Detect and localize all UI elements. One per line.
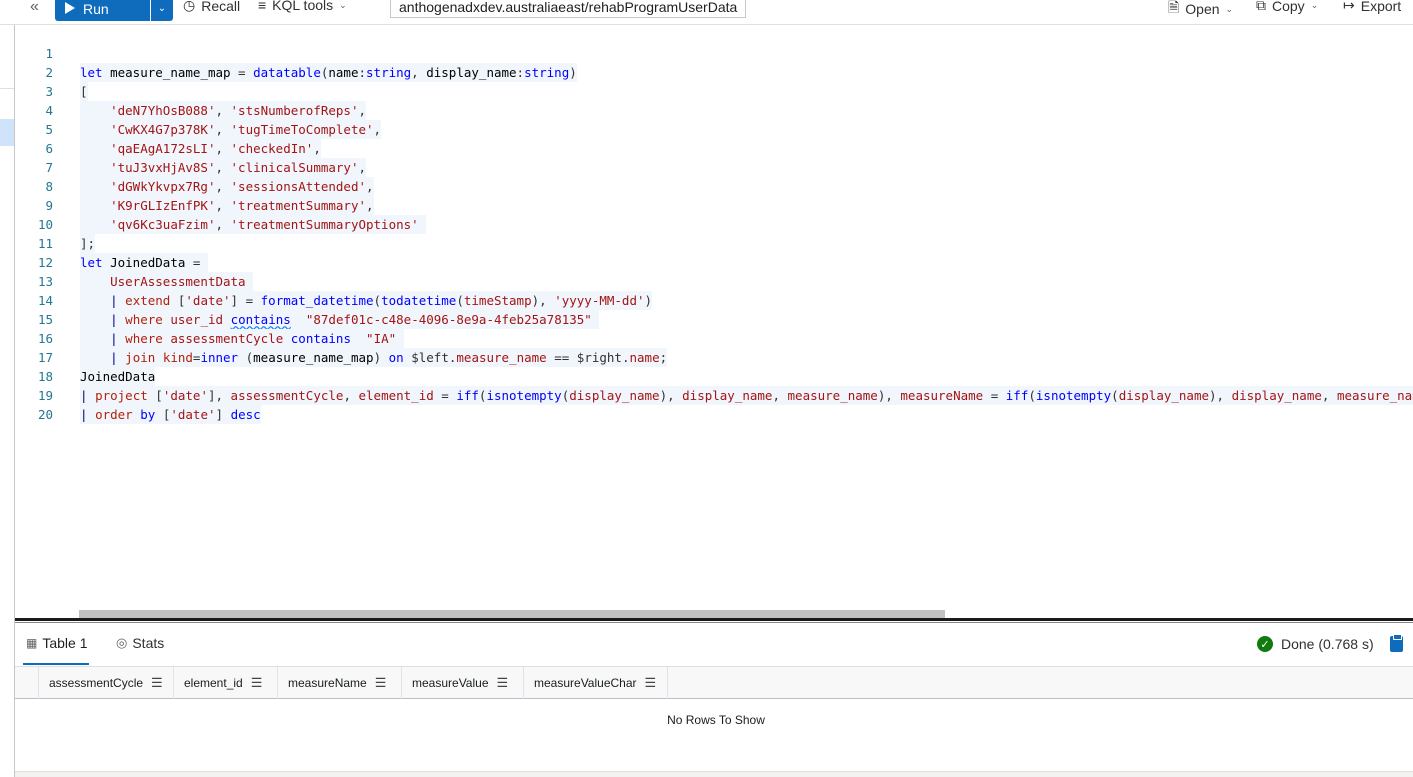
- run-button[interactable]: Run: [55, 0, 150, 21]
- code-text: | order by ['date'] desc: [80, 405, 261, 424]
- code-line: 20: [15, 386, 1413, 422]
- code-line: 15 | where assessmentCycle contains "IA": [15, 291, 1413, 348]
- chevron-down-icon: ⌄: [157, 3, 167, 14]
- column-label: assessmentCycle: [49, 676, 144, 690]
- code-line: 4 'CwKX4G7p378K', 'tugTimeToComplete',: [15, 82, 1413, 139]
- code-line: 7 'dGWkYkvpx7Rg', 'sessionsAttended',: [15, 139, 1413, 196]
- column-label: measureValue: [412, 676, 489, 690]
- tab-stats[interactable]: ◎ Stats: [116, 635, 164, 651]
- column-header-measurename[interactable]: measureName ☰: [277, 667, 400, 699]
- tab-label: Stats: [132, 635, 165, 651]
- code-line: 13 | extend ['date'] = format_datetime(t…: [15, 253, 1413, 310]
- code-line: 17 JoinedData: [15, 329, 1413, 386]
- export-label: Export: [1360, 0, 1402, 14]
- checkmark-icon: ✓: [1257, 636, 1273, 652]
- rail-selected-item[interactable]: [0, 119, 14, 146]
- query-editor[interactable]: 1 let measure_name_map = datatable(name:…: [15, 25, 1413, 615]
- rail-divider: [0, 88, 14, 89]
- code-line: 5 'qaEAgA172sLI', 'checkedIn',: [15, 101, 1413, 158]
- left-explorer-rail: [0, 25, 15, 777]
- recall-button[interactable]: ◷ Recall: [183, 0, 240, 14]
- code-line: 18 | project ['date'], assessmentCycle, …: [15, 348, 1413, 405]
- open-menu[interactable]: 🗎 Open ⌄: [1168, 0, 1233, 21]
- code-line: 11 let JoinedData =: [15, 215, 1413, 272]
- code-line: 10 ];: [15, 196, 1413, 253]
- document-icon: 🗎: [1168, 0, 1180, 15]
- column-menu-icon[interactable]: ☰: [151, 675, 163, 691]
- empty-results-message: No Rows To Show: [667, 713, 765, 727]
- run-options-dropdown[interactable]: ⌄: [151, 0, 173, 21]
- play-icon: [65, 2, 75, 14]
- code-line: 12 UserAssessmentData: [15, 234, 1413, 291]
- run-button-label: Run: [83, 0, 109, 17]
- results-panel: ▦ Table 1 ◎ Stats ✓ Done (0.768 s) asses…: [15, 623, 1413, 777]
- chevron-down-icon: ⌄: [339, 0, 347, 10]
- column-label: measureName: [288, 676, 367, 690]
- column-menu-icon[interactable]: ☰: [645, 675, 657, 691]
- recall-icon: ◷: [183, 0, 196, 13]
- code-line: 8 'K9rGLIzEnfPK', 'treatmentSummary',: [15, 158, 1413, 215]
- editor-results-splitter[interactable]: [15, 618, 1413, 621]
- column-header-element-id[interactable]: element_id ☰: [173, 667, 276, 699]
- line-number: 20: [37, 407, 53, 422]
- tab-label: Table 1: [42, 635, 88, 651]
- code-line: 14 | where user_id contains "87def01c-c4…: [15, 272, 1413, 329]
- cluster-database-selector[interactable]: anthogenadxdev.australiaeast/rehabProgra…: [390, 0, 747, 18]
- kql-tools-label: KQL tools: [272, 0, 334, 13]
- copy-icon: ⧉: [1256, 0, 1266, 13]
- results-grid-header: assessmentCycle ☰ element_id ☰ measureNa…: [15, 666, 1413, 699]
- stats-icon: ◎: [116, 635, 128, 650]
- column-header-assessmentcycle[interactable]: assessmentCycle ☰: [38, 667, 172, 699]
- collapse-panel-button[interactable]: «: [30, 0, 39, 16]
- column-menu-icon[interactable]: ☰: [497, 675, 509, 691]
- chevron-down-icon: ⌄: [1310, 0, 1319, 10]
- results-bottom-scrollbar[interactable]: [15, 771, 1413, 777]
- recall-label: Recall: [201, 0, 241, 14]
- query-status: ✓ Done (0.768 s): [1257, 636, 1374, 652]
- column-header-measurevalue[interactable]: measureValue ☰: [401, 667, 522, 699]
- column-label: element_id: [184, 676, 243, 690]
- copy-label: Copy: [1272, 0, 1305, 14]
- code-line: 16 | join kind=inner (measure_name_map) …: [15, 310, 1413, 367]
- column-header-measurevaluechar[interactable]: measureValueChar ☰: [523, 667, 668, 699]
- column-menu-icon[interactable]: ☰: [251, 675, 263, 691]
- chevron-down-icon: ⌄: [1225, 3, 1234, 14]
- code-line: 2 [: [15, 44, 1413, 101]
- kql-tools-icon: ≡: [258, 0, 267, 13]
- export-icon: ↦: [1343, 0, 1355, 13]
- open-label: Open: [1185, 1, 1220, 17]
- code-line: 9 'qv6Kc3uaFzim', 'treatmentSummaryOptio…: [15, 177, 1413, 234]
- clipboard-icon[interactable]: [1390, 634, 1403, 652]
- column-menu-icon[interactable]: ☰: [375, 675, 387, 691]
- table-icon: ▦: [26, 636, 38, 650]
- status-text: Done (0.768 s): [1281, 636, 1374, 652]
- export-menu[interactable]: ↦ Export: [1343, 0, 1401, 14]
- active-tab-indicator: [23, 663, 89, 665]
- code-line: 3 'deN7YhOsB088', 'stsNumberofReps',: [15, 63, 1413, 120]
- code-line: 19 | order by ['date'] desc: [15, 367, 1413, 424]
- column-label: measureValueChar: [534, 676, 637, 690]
- code-line: 1 let measure_name_map = datatable(name:…: [15, 25, 1413, 82]
- query-toolbar: « Run ⌄ ◷ Recall ≡ KQL tools ⌄ anthogena…: [0, 0, 1413, 25]
- copy-menu[interactable]: ⧉ Copy ⌄: [1256, 0, 1318, 14]
- code-line: 6 'tuJ3vxHjAv8S', 'clinicalSummary',: [15, 120, 1413, 177]
- kql-tools-menu[interactable]: ≡ KQL tools ⌄: [258, 0, 347, 13]
- tab-table-1[interactable]: ▦ Table 1: [26, 635, 88, 651]
